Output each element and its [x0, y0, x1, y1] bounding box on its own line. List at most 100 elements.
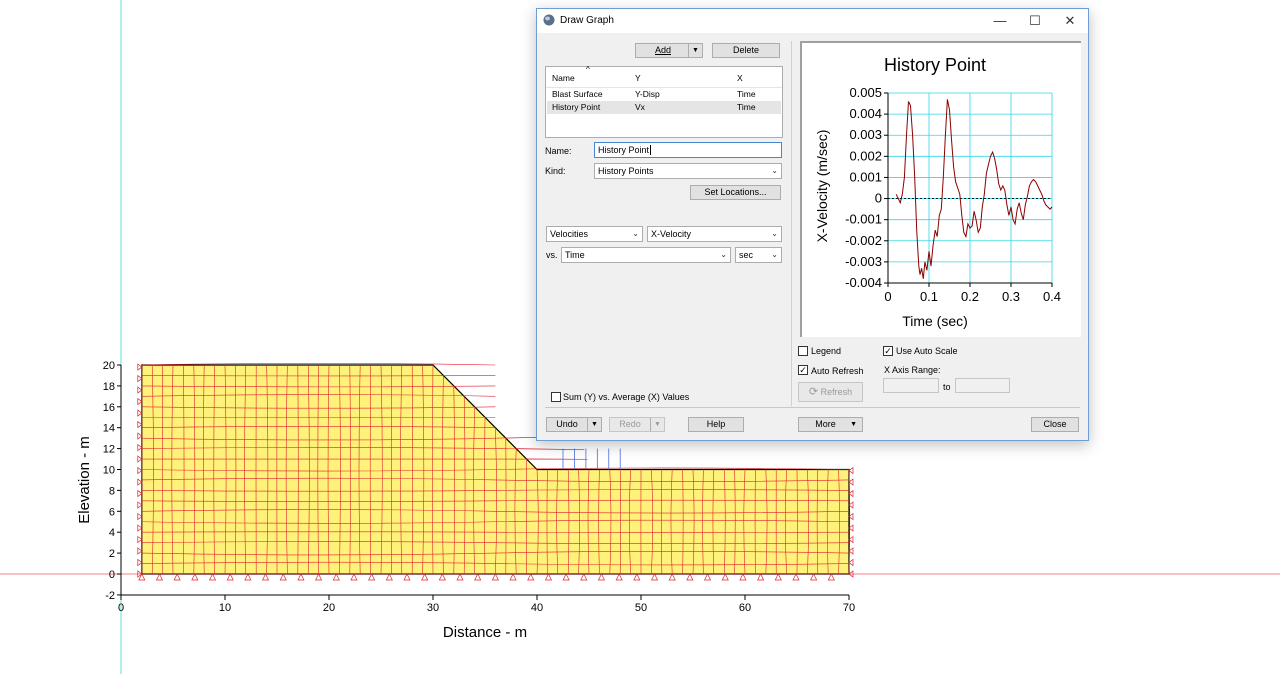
delete-button[interactable]: Delete [712, 43, 780, 58]
x-unit-select[interactable]: sec ⌄ [735, 247, 782, 263]
undo-button[interactable]: Undo ▼ [546, 417, 602, 432]
list-item-name: Blast Surface [552, 89, 603, 99]
mesh-y-axis-label: Elevation - m [76, 436, 93, 524]
x-quantity-value: Time [565, 250, 585, 260]
column-header-y[interactable]: Y [635, 73, 641, 83]
name-label: Name: [545, 146, 572, 156]
close-label: Close [1043, 419, 1067, 429]
mesh-x-axis-label: Distance - m [443, 624, 527, 641]
mesh-y-tick-label: 0 [109, 569, 115, 581]
y-category-value: Velocities [550, 229, 589, 239]
x-range-min-input[interactable] [883, 378, 939, 393]
mesh-x-tick-label: 10 [219, 602, 231, 614]
mesh-x-tick-label: 60 [739, 602, 751, 614]
y-quantity-select[interactable]: X-Velocity ⌄ [647, 226, 782, 242]
chart-x-tick-label: 0.3 [1002, 289, 1020, 304]
mesh-y-tick-label: 8 [109, 485, 115, 497]
refresh-button[interactable]: ⟳ Refresh [798, 382, 863, 402]
help-button[interactable]: Help [688, 417, 744, 432]
chart-y-tick-label: 0.002 [849, 148, 882, 163]
set-locations-button[interactable]: Set Locations... [690, 185, 781, 200]
add-button-label: Add [654, 45, 671, 55]
x-quantity-select[interactable]: Time ⌄ [561, 247, 731, 263]
history-chart[interactable]: 0 0.1 0.2 0.3 0.40.0050.0040.0030.0020.0010-… [802, 43, 1081, 337]
mesh-y-tick-label: 2 [109, 548, 115, 560]
chart-x-tick-label: 0 [884, 289, 891, 304]
kind-select[interactable]: History Points ⌄ [594, 163, 782, 179]
dialog-titlebar[interactable]: Draw Graph — ☐ ✕ [537, 9, 1088, 33]
mesh-y-tick-label: 12 [103, 444, 115, 456]
mesh-x-tick-label: 20 [323, 602, 335, 614]
chart-y-tick-label: -0.003 [845, 254, 882, 269]
name-input-value: History Point [598, 145, 650, 155]
mesh-x-tick-label: 70 [843, 602, 855, 614]
window-close-icon[interactable]: ✕ [1053, 9, 1087, 33]
chart-y-tick-label: 0.005 [849, 85, 882, 100]
mesh-x-tick-label: 0 [118, 602, 124, 614]
mesh-y-tick-label: -2 [105, 590, 115, 602]
sort-ascending-icon: ^ [586, 65, 590, 74]
add-button[interactable]: Add ▼ [635, 43, 703, 58]
chart-title: History Point [884, 55, 986, 75]
chevron-down-icon[interactable]: ▼ [688, 44, 702, 57]
graph-list-header: Name ^ Y X [546, 65, 782, 88]
series-line-x-velocity [895, 99, 1053, 279]
chart-x-axis-label: Time (sec) [902, 313, 968, 329]
mesh-y-tick-label: 4 [109, 527, 115, 539]
auto-scale-label: Use Auto Scale [896, 346, 958, 356]
draw-graph-dialog: Draw Graph — ☐ ✕ Add ▼ Delete Name ^ Y X… [536, 8, 1089, 441]
vs-label: vs. [546, 250, 558, 260]
x-unit-value: sec [739, 250, 754, 260]
chart-y-tick-label: -0.002 [845, 233, 882, 248]
y-category-select[interactable]: Velocities ⌄ [546, 226, 643, 242]
chart-tick-labels: 0 0.1 0.2 0.3 0.40.0050.0040.0030.0020.0010-… [845, 85, 1061, 304]
list-item[interactable]: Blast Surface Y-Disp Time [547, 88, 781, 101]
column-header-x[interactable]: X [737, 73, 743, 83]
chevron-down-icon: ⌄ [771, 229, 778, 238]
set-locations-label: Set Locations... [704, 187, 767, 197]
chart-y-tick-label: 0.001 [849, 169, 882, 184]
legend-checkbox[interactable] [798, 346, 808, 356]
chevron-down-icon: ⌄ [771, 250, 778, 259]
caret-down-icon: ▼ [850, 421, 857, 428]
auto-refresh-label: Auto Refresh [811, 366, 864, 376]
chart-y-tick-label: -0.004 [845, 275, 882, 290]
auto-refresh-checkbox[interactable]: ✓ [798, 365, 808, 375]
redo-button[interactable]: Redo ▼ [609, 417, 665, 432]
mesh-x-tick-label: 40 [531, 602, 543, 614]
minimize-icon[interactable]: — [983, 9, 1017, 33]
name-input[interactable]: History Point​ [594, 142, 782, 158]
mesh-y-tick-label: 20 [103, 360, 115, 372]
close-button[interactable]: Close [1031, 417, 1079, 432]
column-header-name[interactable]: Name [552, 73, 575, 83]
chevron-down-icon: ⌄ [720, 250, 727, 259]
graph-list[interactable]: Name ^ Y X Blast Surface Y-Disp Time His… [545, 65, 783, 138]
more-button[interactable]: More ▼ [798, 417, 863, 432]
chevron-down-icon[interactable]: ▼ [587, 418, 601, 431]
text-caret: ​ [650, 145, 652, 155]
auto-scale-checkbox[interactable]: ✓ [883, 346, 893, 356]
dialog-title: Draw Graph [560, 15, 614, 26]
mesh-y-tick-label: 16 [103, 402, 115, 414]
x-axis-range-label: X Axis Range: [884, 365, 941, 375]
graph-panel: 0 0.1 0.2 0.3 0.4 0.005 0.004 0.003 0.002 0.001 0-… [800, 41, 1081, 337]
mesh-y-tick-label: 14 [103, 423, 115, 435]
chevron-down-icon: ⌄ [632, 229, 639, 238]
refresh-label: Refresh [820, 387, 853, 397]
list-item-y: Y-Disp [635, 89, 660, 99]
mesh-x-tick-label: 30 [427, 602, 439, 614]
maximize-icon[interactable]: ☐ [1018, 9, 1052, 33]
sum-average-checkbox[interactable] [551, 392, 561, 402]
chart-y-axis-label: X-Velocity (m/sec) [814, 130, 830, 243]
list-item-name: History Point [552, 102, 601, 112]
x-range-max-input[interactable] [955, 378, 1010, 393]
list-item-x: Time [737, 89, 756, 99]
range-to-label: to [943, 382, 951, 392]
kind-select-value: History Points [598, 166, 654, 176]
list-item-x: Time [737, 102, 756, 112]
mesh-y-tick-label: 18 [103, 381, 115, 393]
chevron-down-icon[interactable]: ▼ [650, 418, 664, 431]
panel-divider [791, 41, 792, 406]
chart-y-tick-label: -0.001 [845, 212, 882, 227]
list-item-selected[interactable]: History Point Vx Time [547, 101, 781, 114]
